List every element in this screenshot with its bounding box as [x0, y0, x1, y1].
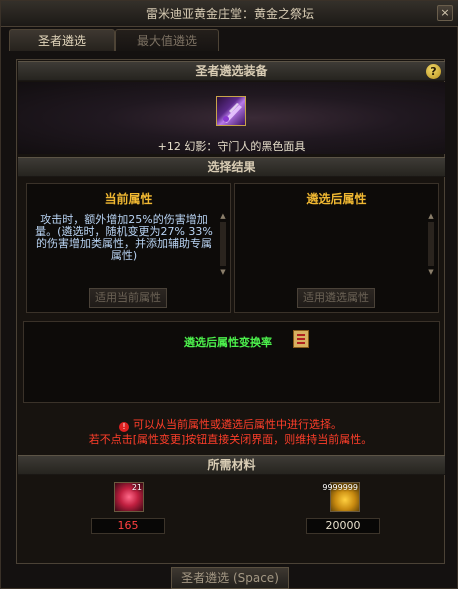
after-attribute-panel: 遴选后属性 ▲ ▼ 适用遴选属性 — [234, 183, 439, 313]
gem-material-icon[interactable]: 21 — [114, 482, 144, 512]
current-attribute-panel: 当前属性 攻击时，额外增加25%的伤害增加量。(遴选时，随机变更为27% 33%… — [26, 183, 231, 313]
warning-text-1: 可以从当前属性或遴选后属性中进行选择。 — [133, 418, 342, 431]
material-value-gem: 165 — [91, 518, 165, 534]
close-button[interactable]: × — [437, 5, 453, 21]
mask-item-icon — [223, 103, 242, 123]
gold-material-icon[interactable]: 9999999 — [322, 482, 360, 512]
scroll-down-icon[interactable]: ▼ — [219, 268, 227, 276]
window-titlebar[interactable]: 雷米迪亚黄金庄堂：黄金之祭坛 × — [1, 1, 458, 27]
apply-current-button[interactable]: 适用当前属性 — [89, 288, 167, 308]
material-count-badge: 21 — [131, 483, 142, 492]
material-value-gold: 20000 — [306, 518, 380, 534]
equipment-item-name: +12 幻影：守门人的黑色面具 — [157, 140, 306, 153]
window-title: 雷米迪亚黄金庄堂：黄金之祭坛 — [145, 7, 314, 21]
scroll-up-icon[interactable]: ▲ — [219, 212, 227, 220]
materials-header: 所需材料 — [18, 455, 445, 475]
scroll-track[interactable] — [428, 222, 434, 266]
tab-saint-selection[interactable]: 圣者遴选 — [9, 29, 115, 51]
close-icon: × — [440, 6, 450, 19]
equipment-header: 圣者遴选装备 ? — [18, 61, 445, 81]
conversion-rate-area: 遴选后属性变换率 — [23, 321, 440, 403]
main-panel: 圣者遴选装备 ? +12 幻影：守门人的黑色面具 选择结果 当前属性 攻击时，额… — [16, 59, 445, 564]
after-attribute-title: 遴选后属性 — [306, 192, 367, 206]
material-count-badge: 9999999 — [322, 483, 358, 492]
current-attribute-text: 攻击时，额外增加25%的伤害增加量。(遴选时，随机变更为27% 33%的伤害增加… — [35, 213, 213, 262]
saint-selection-button[interactable]: 圣者遴选 (Space) — [171, 567, 289, 589]
scroll-down-icon[interactable]: ▼ — [427, 268, 435, 276]
selection-header: 选择结果 — [18, 157, 445, 177]
apply-after-button[interactable]: 适用遴选属性 — [297, 288, 375, 308]
equipment-area: +12 幻影：守门人的黑色面具 — [18, 82, 445, 154]
conversion-rate-label: 遴选后属性变换率 — [184, 336, 272, 349]
selection-header-label: 选择结果 — [207, 160, 256, 174]
equipment-header-label: 圣者遴选装备 — [195, 64, 268, 78]
after-scrollbar[interactable]: ▲ ▼ — [427, 212, 435, 276]
altar-window: 雷米迪亚黄金庄堂：黄金之祭坛 × 圣者遴选 最大值遴选 圣者遴选装备 ? +12… — [0, 0, 458, 589]
scroll-up-icon[interactable]: ▲ — [427, 212, 435, 220]
scroll-track[interactable] — [220, 222, 226, 266]
help-icon[interactable]: ? — [426, 64, 441, 79]
current-attribute-title: 当前属性 — [104, 192, 153, 206]
current-scrollbar[interactable]: ▲ ▼ — [219, 212, 227, 276]
materials-header-label: 所需材料 — [207, 458, 256, 472]
warning-line-2: 若不点击[属性变更]按钮直接关闭界面，则维持当前属性。 — [88, 433, 373, 446]
tab-max-selection[interactable]: 最大值遴选 — [115, 29, 219, 51]
rate-info-icon[interactable] — [293, 330, 309, 348]
equipment-slot[interactable] — [216, 96, 246, 126]
warning-line-1: ! 可以从当前属性或遴选后属性中进行选择。 — [17, 416, 444, 432]
